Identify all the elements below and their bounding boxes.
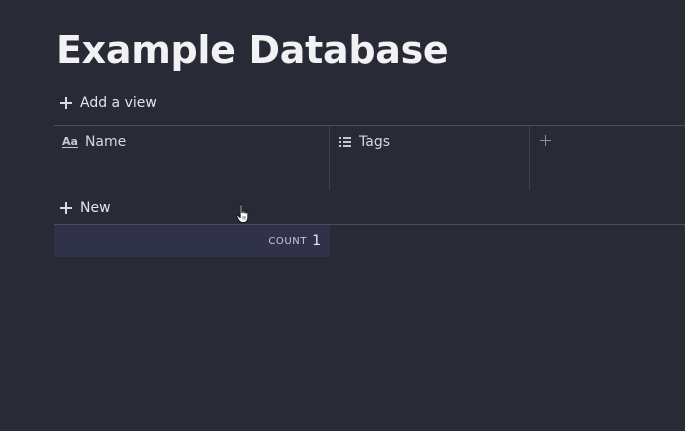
column-header-tags[interactable]: Tags <box>339 131 390 153</box>
column-divider[interactable] <box>529 126 530 190</box>
column-header-name[interactable]: Aa Name <box>62 131 126 153</box>
new-row-label: New <box>80 200 111 216</box>
plus-icon <box>60 202 72 214</box>
column-header-label: Name <box>84 134 127 150</box>
text-property-icon: Aa <box>62 135 78 148</box>
plus-icon <box>60 97 72 109</box>
count-label: COUNT <box>268 235 308 247</box>
count-value: 1 <box>312 233 321 249</box>
column-header-label: Tags <box>359 134 390 150</box>
hand-pointer-cursor-icon <box>236 204 249 223</box>
new-row-button[interactable]: New <box>60 197 111 219</box>
list-icon <box>339 137 351 147</box>
database-page: Example Database Add a view Aa Name Tags… <box>0 0 685 431</box>
page-title[interactable]: Example Database <box>56 26 449 74</box>
add-view-button[interactable]: Add a view <box>60 92 157 114</box>
add-property-button[interactable] <box>540 135 551 146</box>
count-calculation-cell[interactable]: COUNT 1 <box>54 225 330 257</box>
column-divider[interactable] <box>329 126 330 190</box>
add-view-label: Add a view <box>80 95 157 111</box>
table-header-divider <box>54 125 685 126</box>
